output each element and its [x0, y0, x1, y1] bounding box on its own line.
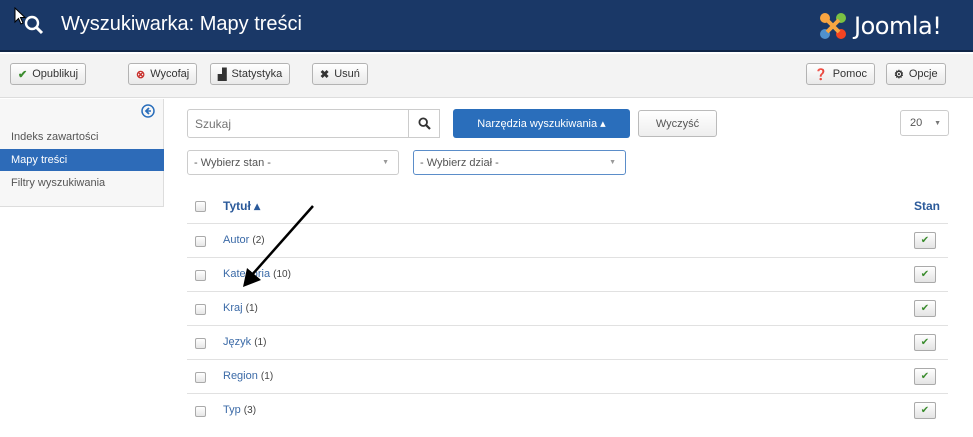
row-checkbox[interactable] — [195, 236, 206, 247]
row-title-link[interactable]: Region (1) — [223, 370, 273, 382]
state-select-value: - Wybierz stan - — [194, 156, 271, 169]
state-select[interactable]: - Wybierz stan - ▼ — [187, 150, 399, 175]
chevron-down-icon: ▼ — [934, 120, 941, 127]
check-icon: ✔ — [920, 269, 930, 280]
search-icon — [418, 117, 431, 130]
content-maps-table: Tytuł ▴ Stan Autor (2) ✔ Kategoria (10) … — [187, 190, 948, 427]
check-icon: ✔ — [920, 371, 930, 382]
page-title: Wyszukiwarka: Mapy treści — [61, 13, 302, 35]
check-icon: ✔ — [920, 303, 930, 314]
chevron-down-icon: ▼ — [382, 159, 389, 166]
sidebar-item-search-filters[interactable]: Filtry wyszukiwania — [0, 172, 164, 194]
delete-icon: ✖ — [320, 68, 330, 81]
row-count: (10) — [273, 269, 291, 280]
published-toggle[interactable]: ✔ — [914, 266, 936, 283]
published-toggle[interactable]: ✔ — [914, 402, 936, 419]
chart-icon: ▟ — [218, 68, 227, 81]
row-title-link[interactable]: Kraj (1) — [223, 302, 258, 314]
search-button[interactable] — [408, 109, 440, 138]
table-row: Język (1) ✔ — [187, 325, 948, 359]
help-button[interactable]: ❓ Pomoc — [806, 63, 875, 85]
help-icon: ❓ — [814, 68, 828, 81]
check-icon: ✔ — [18, 68, 28, 81]
sidebar-item-label: Filtry wyszukiwania — [11, 177, 106, 189]
help-label: Pomoc — [832, 68, 867, 80]
chevron-down-icon: ▼ — [609, 159, 616, 166]
row-title-link[interactable]: Kategoria (10) — [223, 268, 291, 280]
title-column-header[interactable]: Tytuł ▴ — [223, 199, 260, 213]
row-count: (2) — [252, 235, 265, 246]
delete-button[interactable]: ✖ Usuń — [312, 63, 368, 85]
list-limit-value: 20 — [910, 117, 923, 129]
row-checkbox[interactable] — [195, 304, 206, 315]
app-header: Wyszukiwarka: Mapy treści Joomla! — [0, 0, 973, 52]
options-label: Opcje — [908, 68, 938, 80]
table-row: Kategoria (10) ✔ — [187, 257, 948, 291]
delete-label: Usuń — [334, 68, 360, 80]
gear-icon: ⚙ — [894, 68, 904, 81]
collapse-sidebar-icon[interactable] — [141, 104, 155, 118]
check-icon: ✔ — [920, 235, 930, 246]
options-button[interactable]: ⚙ Opcje — [886, 63, 946, 85]
search-icon — [24, 15, 44, 35]
sidebar-item-content-index[interactable]: Indeks zawartości — [0, 126, 164, 148]
check-icon: ✔ — [920, 337, 930, 348]
publish-button[interactable]: ✔ Opublikuj — [10, 63, 87, 85]
row-checkbox[interactable] — [195, 372, 206, 383]
branch-select-value: - Wybierz dział - — [420, 156, 499, 169]
check-icon: ✔ — [920, 405, 930, 416]
published-toggle[interactable]: ✔ — [914, 368, 936, 385]
row-title-link[interactable]: Autor (2) — [223, 234, 265, 246]
toolbar: ✔ Opublikuj ⊗ Wycofaj ▟ Statystyka ✖ Usu… — [0, 54, 973, 98]
row-checkbox[interactable] — [195, 338, 206, 349]
sidebar-item-label: Indeks zawartości — [11, 131, 99, 143]
unpublish-button[interactable]: ⊗ Wycofaj — [128, 63, 198, 85]
table-header-row: Tytuł ▴ Stan — [187, 190, 948, 223]
search-tools-button[interactable]: Narzędzia wyszukiwania ▴ — [453, 109, 630, 138]
row-count: (1) — [245, 303, 258, 314]
list-limit-select[interactable]: 20 ▼ — [900, 110, 949, 136]
select-all-checkbox[interactable] — [195, 201, 206, 212]
row-title-link[interactable]: Typ (3) — [223, 404, 256, 416]
state-column-header[interactable]: Stan — [914, 199, 940, 213]
statistics-label: Statystyka — [231, 68, 283, 80]
joomla-logo-icon — [820, 13, 846, 39]
search-input[interactable] — [188, 110, 439, 137]
table-row: Autor (2) ✔ — [187, 223, 948, 257]
publish-label: Opublikuj — [32, 68, 79, 80]
branch-select[interactable]: - Wybierz dział - ▼ — [413, 150, 626, 175]
row-count: (1) — [260, 371, 274, 382]
published-toggle[interactable]: ✔ — [914, 334, 936, 351]
search-field[interactable] — [187, 109, 440, 138]
published-toggle[interactable]: ✔ — [914, 232, 936, 249]
unpublish-icon: ⊗ — [136, 68, 146, 81]
statistics-button[interactable]: ▟ Statystyka — [210, 63, 291, 85]
clear-button[interactable]: Wyczyść — [638, 110, 717, 137]
sidebar: Indeks zawartości Mapy treści Filtry wys… — [0, 99, 164, 207]
row-checkbox[interactable] — [195, 270, 206, 281]
row-count: (1) — [254, 337, 267, 348]
table-row: Region (1) ✔ — [187, 359, 948, 393]
sidebar-item-content-maps[interactable]: Mapy treści — [0, 149, 164, 171]
table-row: Kraj (1) ✔ — [187, 291, 948, 325]
unpublish-label: Wycofaj — [150, 68, 190, 80]
row-checkbox[interactable] — [195, 406, 206, 417]
row-count: (3) — [243, 405, 257, 416]
table-row: Typ (3) ✔ — [187, 393, 948, 427]
joomla-logo[interactable]: Joomla! — [818, 9, 942, 43]
row-title-link[interactable]: Język (1) — [223, 336, 266, 348]
published-toggle[interactable]: ✔ — [914, 300, 936, 317]
sidebar-item-label: Mapy treści — [11, 154, 68, 166]
joomla-logo-text: Joomla! — [854, 12, 942, 40]
